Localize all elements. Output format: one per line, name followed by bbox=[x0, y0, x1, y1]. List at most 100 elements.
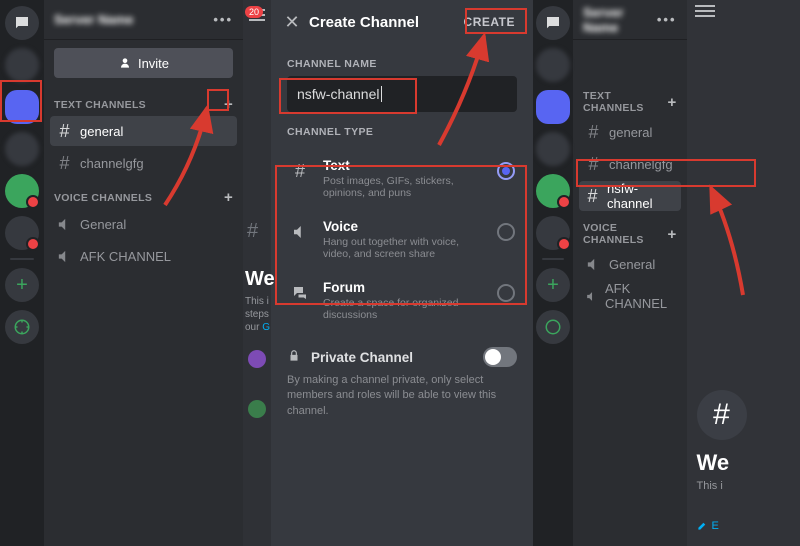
add-channel-button[interactable]: + bbox=[224, 96, 233, 113]
server-header[interactable]: Server Name ••• bbox=[44, 0, 243, 40]
notification-badge: 20 bbox=[245, 6, 263, 18]
speaker-icon bbox=[56, 248, 73, 265]
channel-label: channelgfg bbox=[609, 157, 673, 172]
type-option-forum[interactable]: Forum Create a space for organized discu… bbox=[281, 270, 523, 331]
category-label: VOICE CHANNELS bbox=[54, 192, 152, 204]
server-pill-4[interactable] bbox=[536, 216, 570, 250]
pencil-icon bbox=[697, 520, 708, 531]
annotation-arrow bbox=[429, 30, 499, 153]
voice-general[interactable]: General bbox=[50, 209, 237, 239]
modal-title: Create Channel bbox=[303, 14, 456, 31]
welcome-heading: We bbox=[697, 450, 730, 476]
avatar bbox=[248, 400, 266, 418]
server-name: Server Name bbox=[583, 5, 657, 35]
type-title: Voice bbox=[323, 219, 485, 234]
server-pill-3[interactable] bbox=[536, 174, 570, 208]
discord-icon bbox=[544, 14, 562, 32]
channel-label: nsfw-channel bbox=[607, 181, 675, 211]
category-voice-channels[interactable]: VOICE CHANNELS + bbox=[573, 212, 687, 248]
server-menu-icon[interactable]: ••• bbox=[213, 12, 233, 27]
server-menu-icon[interactable]: ••• bbox=[657, 12, 677, 27]
category-label: VOICE CHANNELS bbox=[583, 222, 667, 246]
close-button[interactable]: ✕ bbox=[281, 12, 303, 33]
invite-button[interactable]: Invite bbox=[54, 48, 233, 78]
add-voice-channel-button[interactable]: + bbox=[667, 226, 676, 243]
channel-label: channelgfg bbox=[80, 156, 144, 171]
speaker-icon bbox=[56, 216, 73, 233]
category-label: TEXT CHANNELS bbox=[583, 90, 667, 114]
avatar bbox=[248, 350, 266, 368]
annotation-arrow bbox=[145, 100, 225, 213]
type-option-voice[interactable]: Voice Hang out together with voice, vide… bbox=[281, 209, 523, 270]
hash-icon: # bbox=[56, 121, 73, 142]
add-server-button[interactable]: + bbox=[536, 268, 570, 302]
server-pill-active[interactable] bbox=[536, 90, 570, 124]
type-text-block: Text Post images, GIFs, stickers, opinio… bbox=[323, 158, 485, 199]
server-pill-3[interactable] bbox=[5, 174, 39, 208]
welcome-fragment: We bbox=[245, 268, 275, 291]
category-label: TEXT CHANNELS bbox=[54, 99, 146, 111]
private-label: Private Channel bbox=[311, 350, 473, 365]
panel-step1: + Server Name ••• Invite TEXT CHANNELS +… bbox=[0, 0, 243, 546]
hash-icon: # bbox=[56, 153, 73, 174]
voice-general[interactable]: General bbox=[579, 249, 681, 279]
server-pill-1[interactable] bbox=[5, 48, 39, 82]
channel-type-list: # Text Post images, GIFs, stickers, opin… bbox=[281, 148, 523, 331]
server-header[interactable]: Server Name ••• bbox=[573, 0, 687, 40]
server-rail: + bbox=[0, 0, 44, 546]
server-pill-1[interactable] bbox=[536, 48, 570, 82]
dm-home[interactable] bbox=[536, 6, 570, 40]
explore-servers-button[interactable] bbox=[536, 310, 570, 344]
channel-welcome-hash-icon: # bbox=[697, 390, 747, 440]
rail-divider bbox=[10, 258, 34, 260]
private-toggle[interactable] bbox=[483, 347, 517, 367]
hash-icon: # bbox=[247, 220, 267, 240]
invite-icon bbox=[118, 56, 132, 70]
server-name: Server Name bbox=[54, 12, 213, 27]
add-channel-button[interactable]: + bbox=[667, 94, 676, 111]
channel-label: general bbox=[609, 125, 652, 140]
hash-icon: # bbox=[585, 122, 602, 143]
channel-label: General bbox=[609, 257, 655, 272]
panel-step2: 20 # We This istepsour G ✕ Create Channe… bbox=[243, 0, 533, 546]
edit-channel-link[interactable]: E bbox=[697, 520, 719, 532]
speaker-icon bbox=[585, 288, 598, 305]
add-voice-channel-button[interactable]: + bbox=[224, 189, 233, 206]
channel-nsfw-channel[interactable]: # nsfw-channel bbox=[579, 181, 681, 211]
voice-afk[interactable]: AFK CHANNEL bbox=[579, 281, 681, 311]
radio-unselected[interactable] bbox=[497, 223, 515, 241]
lock-icon bbox=[287, 349, 301, 366]
type-desc: Post images, GIFs, stickers, opinions, a… bbox=[323, 175, 485, 199]
server-pill-2[interactable] bbox=[536, 132, 570, 166]
discord-icon bbox=[13, 14, 31, 32]
type-text-block: Voice Hang out together with voice, vide… bbox=[323, 219, 485, 260]
type-title: Text bbox=[323, 158, 485, 173]
channel-label: AFK CHANNEL bbox=[80, 249, 171, 264]
annotation-arrow bbox=[693, 180, 763, 303]
dm-home[interactable] bbox=[5, 6, 39, 40]
compass-icon bbox=[13, 318, 31, 336]
hash-icon: # bbox=[585, 186, 600, 207]
server-rail: + bbox=[533, 0, 573, 546]
channel-name-value: nsfw-channel bbox=[297, 86, 380, 102]
voice-afk[interactable]: AFK CHANNEL bbox=[50, 241, 237, 271]
type-desc: Hang out together with voice, video, and… bbox=[323, 236, 485, 260]
radio-unselected[interactable] bbox=[497, 284, 515, 302]
welcome-subtext: This i bbox=[697, 480, 723, 492]
server-pill-active[interactable] bbox=[5, 90, 39, 124]
channel-sidebar-right: Server Name ••• TEXT CHANNELS + # genera… bbox=[573, 0, 687, 546]
server-pill-4[interactable] bbox=[5, 216, 39, 250]
channel-channelgfg[interactable]: # channelgfg bbox=[579, 149, 681, 179]
forum-icon bbox=[289, 282, 311, 304]
explore-servers-button[interactable] bbox=[5, 310, 39, 344]
add-server-button[interactable]: + bbox=[5, 268, 39, 302]
server-pill-2[interactable] bbox=[5, 132, 39, 166]
private-description: By making a channel private, only select… bbox=[271, 373, 533, 435]
type-option-text[interactable]: # Text Post images, GIFs, stickers, opin… bbox=[281, 148, 523, 209]
channel-label: General bbox=[80, 217, 126, 232]
category-text-channels[interactable]: TEXT CHANNELS + bbox=[573, 40, 687, 116]
radio-selected[interactable] bbox=[497, 162, 515, 180]
hamburger-icon[interactable] bbox=[695, 10, 715, 12]
type-title: Forum bbox=[323, 280, 485, 295]
channel-general[interactable]: # general bbox=[579, 117, 681, 147]
